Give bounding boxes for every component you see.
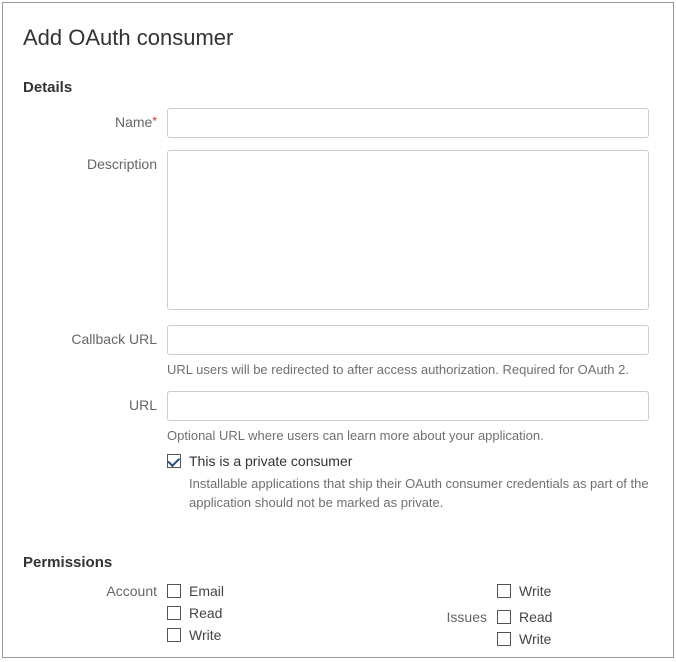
required-asterisk: * [152,114,157,128]
perm-col2-write-label: Write [519,583,551,599]
oauth-consumer-form: Add OAuth consumer Details Name* Descrip… [2,2,674,658]
perm-account-write-label: Write [189,627,221,643]
perm-account-write-checkbox[interactable] [167,628,181,642]
url-input[interactable] [167,391,649,421]
perm-issues-read-checkbox[interactable] [497,610,511,624]
perm-issues-label: Issues [437,609,487,625]
private-consumer-checkbox[interactable] [167,454,181,468]
perm-account-email-checkbox[interactable] [167,584,181,598]
perm-account-read-checkbox[interactable] [167,606,181,620]
callback-url-help: URL users will be redirected to after ac… [167,361,649,379]
perm-issues-write-checkbox[interactable] [497,632,511,646]
section-details-heading: Details [23,79,649,96]
callback-url-input[interactable] [167,325,649,355]
url-label: URL [23,391,167,413]
perm-account-label: Account [23,583,167,647]
callback-url-label: Callback URL [23,325,167,347]
private-consumer-label: This is a private consumer [189,453,352,469]
private-consumer-help: Installable applications that ship their… [189,475,649,511]
name-input[interactable] [167,108,649,138]
description-textarea[interactable] [167,150,649,310]
name-label: Name* [23,108,167,130]
description-label: Description [23,150,167,172]
page-title: Add OAuth consumer [23,25,649,51]
perm-account-email-label: Email [189,583,224,599]
perm-issues-read-label: Read [519,609,552,625]
perm-account-read-label: Read [189,605,222,621]
perm-issues-write-label: Write [519,631,551,647]
perm-col2-write-checkbox[interactable] [497,584,511,598]
url-help: Optional URL where users can learn more … [167,427,649,445]
section-permissions-heading: Permissions [23,554,649,571]
